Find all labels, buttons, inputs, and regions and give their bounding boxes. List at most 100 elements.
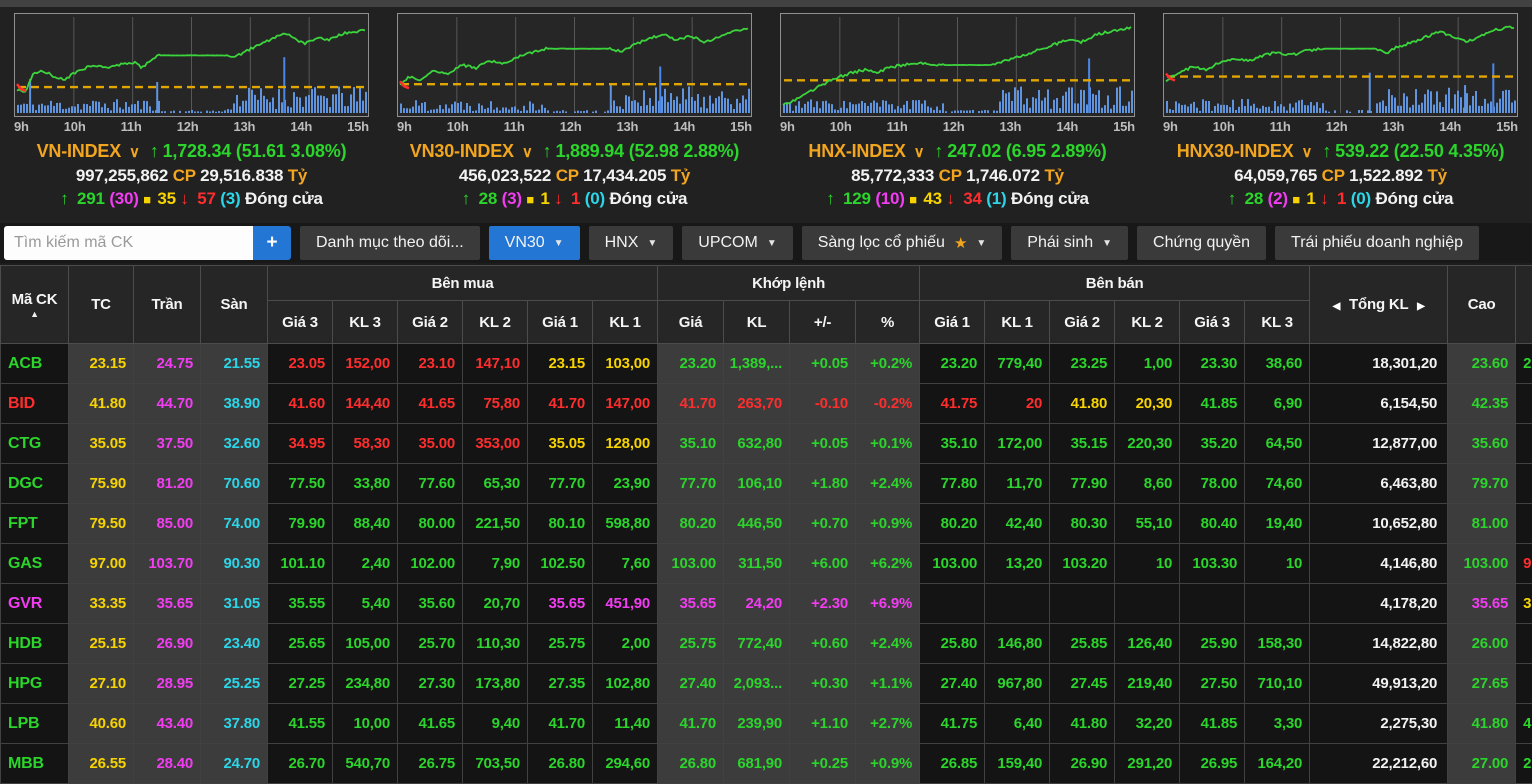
table-row[interactable]: FPT79.5085.0074.0079.9088,4080.00221,508…: [1, 504, 1532, 544]
time-axis-label: 12h: [1326, 119, 1348, 139]
symbol-cell[interactable]: LPB: [1, 704, 69, 744]
total-volume-cell: 12,877,00: [1310, 424, 1448, 464]
floor-count: (3): [220, 189, 245, 208]
sell-cell: 80.40: [1180, 504, 1245, 544]
match-cell: +2.4%: [856, 464, 920, 504]
match-cell: 41.70: [658, 384, 724, 424]
index-shares: 64,059,765: [1234, 166, 1322, 185]
high-price-cell: 35.60: [1448, 424, 1516, 464]
table-row[interactable]: DGC75.9081.2070.6077.5033,8077.6065,3077…: [1, 464, 1532, 504]
decliners-count: 34: [963, 189, 986, 208]
price-board: Mã CK▲TCTrầnSànBên muaKhớp lệnhBên bán◀ …: [0, 265, 1532, 784]
index-turnover: 29,516.838: [200, 166, 288, 185]
table-row[interactable]: CTG35.0537.5032.6034.9558,3035.00353,003…: [1, 424, 1532, 464]
index-name: VN-INDEX: [37, 141, 121, 161]
table-row[interactable]: GVR33.3535.6531.0535.555,4035.6020,7035.…: [1, 584, 1532, 624]
clipped-cell: 3: [1516, 584, 1532, 624]
total-volume-cell: 6,154,50: [1310, 384, 1448, 424]
buy-cell: 703,50: [463, 744, 528, 784]
intraday-chart-svg: [15, 14, 368, 116]
chevron-down-icon[interactable]: ∨: [914, 144, 925, 161]
covered-warrants-button[interactable]: Chứng quyền: [1137, 226, 1266, 260]
search-input[interactable]: [4, 226, 253, 260]
match-cell: +6.9%: [856, 584, 920, 624]
time-axis: 9h10h11h12h13h14h15h: [383, 117, 766, 139]
derivatives-button[interactable]: Phái sinh▼: [1011, 226, 1128, 260]
vn30-tab-button[interactable]: VN30▼: [489, 226, 580, 260]
corporate-bonds-button[interactable]: Trái phiếu doanh nghiệp: [1275, 226, 1479, 260]
sell-cell: 164,20: [1245, 744, 1310, 784]
symbol-cell[interactable]: GVR: [1, 584, 69, 624]
table-row[interactable]: LPB40.6043.4037.8041.5510,0041.659,4041.…: [1, 704, 1532, 744]
buy-cell: 41.60: [268, 384, 333, 424]
chevron-down-icon[interactable]: ∨: [129, 144, 140, 161]
shares-unit: CP: [1322, 166, 1349, 185]
header-total-volume: ◀ Tổng KL ▶: [1310, 266, 1448, 344]
time-axis-label: 13h: [234, 119, 256, 139]
symbol-cell[interactable]: DGC: [1, 464, 69, 504]
chevron-down-icon[interactable]: ∨: [1302, 144, 1313, 161]
buy-cell: 27.35: [528, 664, 593, 704]
intraday-chart: [780, 13, 1135, 117]
buy-cell: 101.10: [268, 544, 333, 584]
sell-cell: 78.00: [1180, 464, 1245, 504]
scroll-right-icon[interactable]: ▶: [1412, 301, 1430, 312]
sell-cell: 41.80: [1050, 384, 1115, 424]
buy-cell: 221,50: [463, 504, 528, 544]
reference-price-cell: 79.50: [69, 504, 134, 544]
table-row[interactable]: BID41.8044.7038.9041.60144,4041.6575,804…: [1, 384, 1532, 424]
column-header-label: Giá 3: [282, 314, 318, 331]
watchlist-button[interactable]: Danh mục theo dõi...: [300, 226, 480, 260]
sell-cell: 6,90: [1245, 384, 1310, 424]
sell-cell: 77.80: [920, 464, 985, 504]
chevron-down-icon[interactable]: ∨: [522, 144, 533, 161]
unchanged-count: 43: [923, 189, 946, 208]
sell-cell: 23.30: [1180, 344, 1245, 384]
add-symbol-button[interactable]: +: [253, 226, 291, 260]
symbol-cell[interactable]: CTG: [1, 424, 69, 464]
time-axis: 9h10h11h12h13h14h15h: [1149, 117, 1532, 139]
symbol-cell[interactable]: FPT: [1, 504, 69, 544]
upcom-tab-button[interactable]: UPCOM▼: [682, 226, 792, 260]
match-cell: 24,20: [724, 584, 790, 624]
index-shares: 85,772,333: [851, 166, 939, 185]
buy-cell: 102,80: [593, 664, 658, 704]
table-row[interactable]: HDB25.1526.9023.4025.65105,0025.70110,30…: [1, 624, 1532, 664]
match-cell: 23.20: [658, 344, 724, 384]
buy-cell: 35.00: [398, 424, 463, 464]
symbol-cell[interactable]: GAS: [1, 544, 69, 584]
table-row[interactable]: HPG27.1028.9525.2527.25234,8027.30173,80…: [1, 664, 1532, 704]
header-symbol[interactable]: Mã CK▲: [1, 266, 69, 344]
match-cell: +0.9%: [856, 504, 920, 544]
match-cell: 632,80: [724, 424, 790, 464]
sort-asc-icon[interactable]: ▲: [5, 310, 64, 318]
symbol-cell[interactable]: HDB: [1, 624, 69, 664]
scroll-left-icon[interactable]: ◀: [1328, 301, 1346, 312]
turnover-unit: Tỷ: [288, 166, 307, 185]
sell-cell: 35.15: [1050, 424, 1115, 464]
table-row[interactable]: MBB26.5528.4024.7026.70540,7026.75703,50…: [1, 744, 1532, 784]
stock-screener-button[interactable]: Sàng lọc cổ phiếu★▼: [802, 226, 1003, 260]
table-row[interactable]: GAS97.00103.7090.30101.102,40102.007,901…: [1, 544, 1532, 584]
buy-cell: 23.10: [398, 344, 463, 384]
hnx-tab-button[interactable]: HNX▼: [589, 226, 674, 260]
buy-cell: 35.55: [268, 584, 333, 624]
symbol-cell[interactable]: BID: [1, 384, 69, 424]
buy-cell: 77.50: [268, 464, 333, 504]
time-axis-label: 11h: [121, 119, 142, 139]
symbol-cell[interactable]: ACB: [1, 344, 69, 384]
sell-cell: 35.20: [1180, 424, 1245, 464]
toolbar: + Danh mục theo dõi... VN30▼ HNX▼UPCOM▼ Sàn…: [0, 223, 1532, 263]
time-axis-label: 10h: [64, 119, 86, 139]
reference-price-cell: 33.35: [69, 584, 134, 624]
clipped-cell: [1516, 624, 1532, 664]
table-row[interactable]: ACB23.1524.7521.5523.05152,0023.10147,10…: [1, 344, 1532, 384]
match-cell: +1.10: [790, 704, 856, 744]
buy-cell: 102.50: [528, 544, 593, 584]
ceiling-count: (2): [1268, 189, 1293, 208]
symbol-search: +: [4, 226, 291, 260]
symbol-cell[interactable]: HPG: [1, 664, 69, 704]
buy-cell: 25.70: [398, 624, 463, 664]
ceiling-price-cell: 43.40: [134, 704, 201, 744]
symbol-cell[interactable]: MBB: [1, 744, 69, 784]
